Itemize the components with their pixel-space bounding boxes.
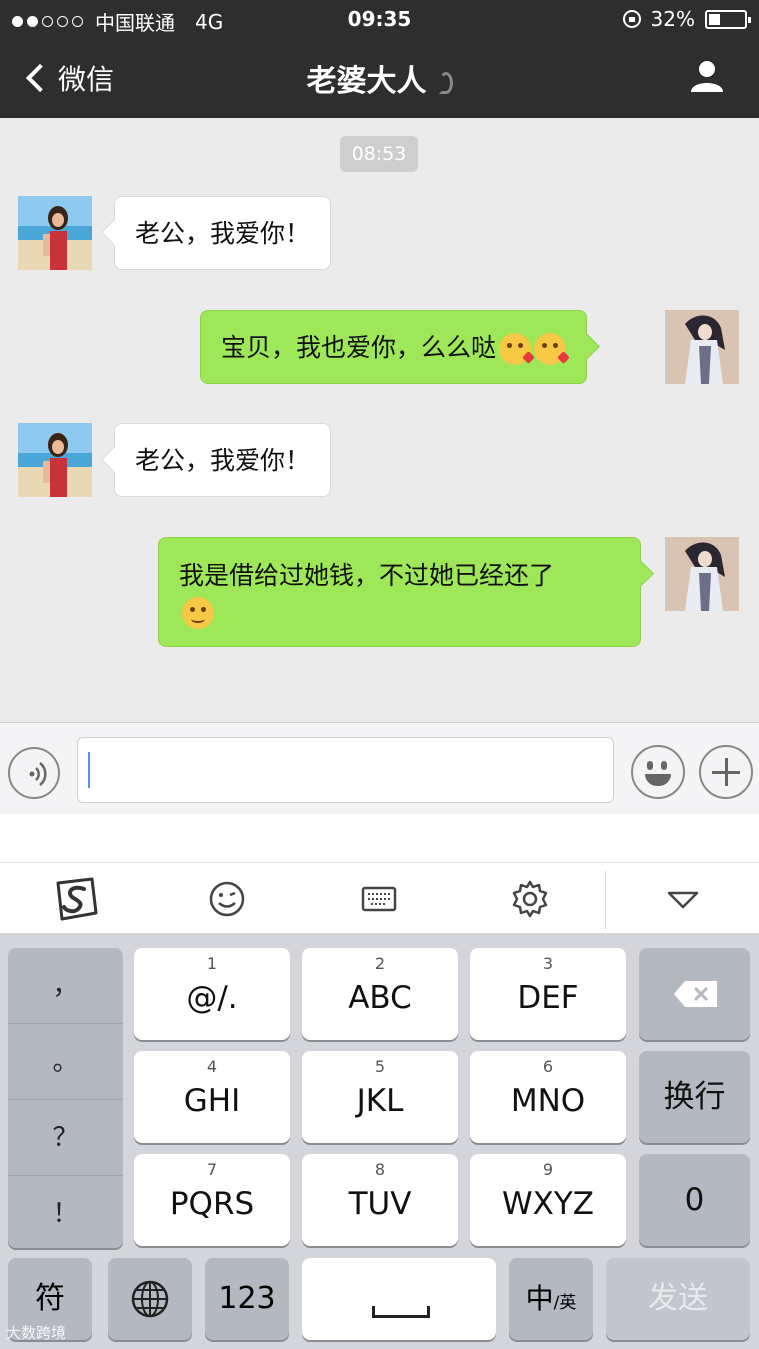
settings-icon[interactable] xyxy=(510,879,550,919)
received-message-bubble[interactable]: 老公，我爱你！ xyxy=(114,196,332,270)
contact-avatar[interactable] xyxy=(18,196,92,270)
space-icon xyxy=(372,1306,430,1318)
message-text: 宝贝，我也爱你，么么哒 xyxy=(221,333,497,362)
key-label: WXYZ xyxy=(501,1186,595,1222)
key-1[interactable]: 1 @/. xyxy=(134,948,290,1040)
keyboard-icon[interactable] xyxy=(359,879,399,919)
message-text: 我是借给过她钱，不过她已经还了 xyxy=(179,561,555,590)
key-label: DEF xyxy=(517,980,579,1016)
newline-key[interactable]: 换行 xyxy=(639,1051,750,1143)
key-label: 中 xyxy=(525,1282,554,1315)
key-2[interactable]: 2 ABC xyxy=(302,948,458,1040)
nine-key-keyboard: ， 。 ？ ！ 1 @/. 2 ABC 3 DEF 4 GHI 5 JKL 6 … xyxy=(0,934,759,1349)
space-key[interactable] xyxy=(302,1258,496,1340)
key-6[interactable]: 6 MNO xyxy=(470,1051,626,1143)
key-number: 4 xyxy=(206,1057,218,1076)
received-message-bubble[interactable]: 老公，我爱你！ xyxy=(114,423,332,497)
key-label: 发送 xyxy=(648,1281,708,1316)
message-text-input[interactable] xyxy=(77,737,614,803)
send-key[interactable]: 发送 xyxy=(606,1258,750,1340)
key-5[interactable]: 5 JKL xyxy=(302,1051,458,1143)
key-label: 符 xyxy=(35,1281,65,1316)
battery-level xyxy=(709,13,720,25)
punct-key[interactable]: ！ xyxy=(8,1176,123,1252)
collapse-keyboard-icon[interactable] xyxy=(663,879,703,919)
delete-key[interactable] xyxy=(639,948,750,1040)
backspace-icon xyxy=(674,981,717,1007)
key-number: 7 xyxy=(206,1160,218,1179)
watermark-text: 大数跨境 xyxy=(6,1324,67,1342)
key-label: JKL xyxy=(356,1083,404,1119)
navigation-bar: 微信 老婆大人 xyxy=(0,38,759,118)
key-label: @/. xyxy=(186,980,238,1016)
key-label: 0 xyxy=(684,1182,705,1218)
globe-icon xyxy=(131,1280,169,1318)
key-0[interactable]: 0 xyxy=(639,1154,750,1246)
watermark: 大数跨境 xyxy=(6,1322,66,1343)
key-number: 8 xyxy=(374,1160,386,1179)
key-label: MNO xyxy=(510,1083,586,1119)
punct-key[interactable]: ？ xyxy=(8,1100,123,1176)
kiss-emoji-icon xyxy=(499,333,532,365)
kiss-emoji-icon xyxy=(534,333,567,365)
my-avatar[interactable] xyxy=(665,310,739,384)
toolbar-divider xyxy=(605,871,606,929)
voice-input-button[interactable] xyxy=(8,747,60,799)
punctuation-column[interactable]: ， 。 ？ ！ xyxy=(8,948,123,1248)
key-number: 3 xyxy=(542,954,554,973)
my-avatar[interactable] xyxy=(665,537,739,611)
key-9[interactable]: 9 WXYZ xyxy=(470,1154,626,1246)
message-text: 老公，我爱你！ xyxy=(135,446,311,475)
voice-icon xyxy=(29,762,47,786)
key-3[interactable]: 3 DEF xyxy=(470,948,626,1040)
input-spacer xyxy=(0,814,759,862)
key-4[interactable]: 4 GHI xyxy=(134,1051,290,1143)
chat-area[interactable]: 08:53 老公，我爱你！ 宝贝，我也爱你，么么哒 老公，我爱你！ 我是借给过她… xyxy=(0,118,759,722)
sent-message-bubble[interactable]: 宝贝，我也爱你，么么哒 xyxy=(200,310,588,384)
globe-key[interactable] xyxy=(108,1258,192,1340)
key-label: 换行 xyxy=(663,1079,726,1115)
message-text: 老公，我爱你！ xyxy=(135,219,311,248)
contact-name: 老婆大人 xyxy=(306,64,427,99)
key-label: TUV xyxy=(348,1186,412,1222)
key-number: 2 xyxy=(374,954,386,973)
earpiece-mode-icon xyxy=(438,71,453,94)
battery-percent: 32% xyxy=(650,7,695,31)
rotation-lock-icon xyxy=(622,10,641,28)
sent-message-bubble[interactable]: 我是借给过她钱，不过她已经还了 xyxy=(158,537,641,647)
more-options-button[interactable] xyxy=(699,745,753,799)
sogou-logo-icon[interactable] xyxy=(52,875,100,923)
battery-icon xyxy=(705,9,751,29)
punct-key[interactable]: 。 xyxy=(8,1024,123,1100)
key-label: PQRS xyxy=(169,1186,255,1222)
message-input-bar xyxy=(0,722,759,814)
blush-emoji-icon xyxy=(182,597,214,629)
punct-key[interactable]: ， xyxy=(8,948,123,1024)
language-switch-key[interactable]: 中/英 xyxy=(509,1258,593,1340)
key-7[interactable]: 7 PQRS xyxy=(134,1154,290,1246)
emoji-icon[interactable] xyxy=(207,879,247,919)
chat-title: 老婆大人 xyxy=(0,56,759,100)
key-label: ABC xyxy=(348,980,412,1016)
key-sublabel: /英 xyxy=(553,1293,577,1313)
key-label: 123 xyxy=(218,1281,276,1316)
key-number: 6 xyxy=(542,1057,554,1076)
key-number: 9 xyxy=(542,1160,554,1179)
status-bar: 中国联通 4G 09:35 32% xyxy=(0,0,759,38)
text-caret xyxy=(88,752,90,788)
ime-toolbar xyxy=(0,862,759,934)
emoji-button[interactable] xyxy=(631,745,685,799)
key-number: 1 xyxy=(206,954,218,973)
numbers-key[interactable]: 123 xyxy=(205,1258,289,1340)
key-label: GHI xyxy=(183,1083,241,1119)
message-timestamp: 08:53 xyxy=(340,136,418,172)
contact-profile-icon[interactable] xyxy=(689,58,725,94)
key-number: 5 xyxy=(374,1057,386,1076)
contact-avatar[interactable] xyxy=(18,423,92,497)
key-8[interactable]: 8 TUV xyxy=(302,1154,458,1246)
